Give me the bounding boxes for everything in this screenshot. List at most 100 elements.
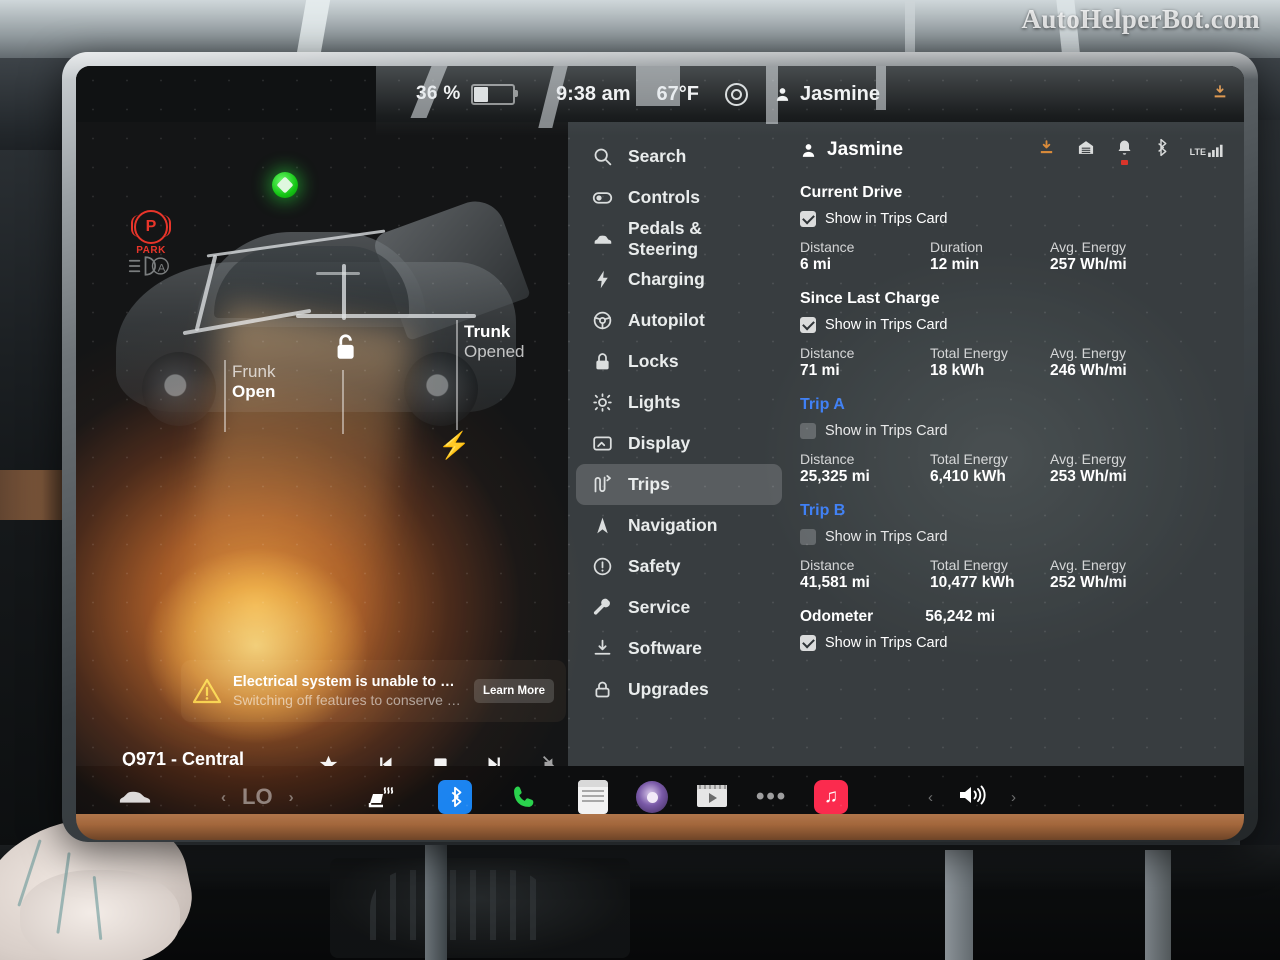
checkbox-box bbox=[800, 635, 816, 651]
camera-icon[interactable] bbox=[636, 781, 668, 813]
next-button[interactable] bbox=[485, 754, 506, 766]
garage-icon[interactable] bbox=[1077, 139, 1095, 161]
stat-column: Total Energy 6,410 kWh bbox=[930, 451, 1050, 486]
media-info[interactable]: Q971 - Central FM bbox=[122, 749, 302, 767]
download-icon[interactable] bbox=[1212, 84, 1228, 105]
show-in-trips-card-checkbox[interactable]: Show in Trips Card bbox=[800, 423, 1224, 439]
seat-heater-icon[interactable] bbox=[366, 785, 394, 809]
settings-menu-item-lights[interactable]: Lights bbox=[576, 382, 782, 423]
car-floor bbox=[0, 845, 1280, 960]
settings-menu-item-controls[interactable]: Controls bbox=[576, 177, 782, 218]
learn-more-button[interactable]: Learn More bbox=[474, 679, 554, 703]
warning-text: Electrical system is unable to support .… bbox=[233, 674, 462, 708]
clock: 9:38 am bbox=[556, 82, 631, 105]
trips-section: Trip A Show in Trips Card Distance 25,325 m… bbox=[800, 396, 1224, 486]
profile-button[interactable]: Jasmine bbox=[800, 139, 903, 161]
status-icon-tray: LTE bbox=[1038, 138, 1224, 165]
stat-column: Avg. Energy 246 Wh/mi bbox=[1050, 345, 1210, 380]
frunk-status[interactable]: Frunk Open bbox=[232, 362, 275, 402]
stat-label: Distance bbox=[800, 239, 855, 255]
download-icon[interactable] bbox=[1038, 139, 1055, 161]
volume-next-button[interactable]: › bbox=[1011, 789, 1016, 806]
stop-button[interactable] bbox=[430, 754, 451, 766]
fan-icon[interactable] bbox=[724, 82, 748, 106]
photo-background: 36 % 9:38 am 67°F Jasmine bbox=[0, 0, 1280, 960]
climate-temperature-control[interactable]: ‹ LO › bbox=[221, 784, 294, 810]
screen-reflection-bar bbox=[766, 66, 778, 124]
lock-leader-line bbox=[342, 370, 344, 434]
settings-menu-item-label: Charging bbox=[628, 269, 705, 289]
trips-section-title[interactable]: Trip A bbox=[800, 396, 1224, 414]
media-player[interactable]: Q971 - Central FM bbox=[122, 737, 568, 766]
show-in-trips-card-checkbox[interactable]: Show in Trips Card bbox=[800, 211, 1224, 227]
temp-increase-button[interactable]: › bbox=[289, 789, 294, 806]
stat-column: Duration 12 min bbox=[930, 239, 1050, 274]
settings-menu-item-service[interactable]: Service bbox=[576, 587, 782, 628]
stat-value: 6,410 kWh bbox=[930, 468, 1006, 485]
settings-menu-item-label: Navigation bbox=[628, 515, 718, 535]
music-note-icon[interactable]: ♫ bbox=[814, 780, 848, 814]
stat-value: 6 mi bbox=[800, 256, 832, 273]
mute-button[interactable] bbox=[541, 754, 562, 766]
navigate-icon bbox=[592, 515, 613, 536]
previous-button[interactable] bbox=[374, 754, 395, 766]
trunk-status[interactable]: Trunk Opened bbox=[464, 322, 525, 362]
stat-value: 12 min bbox=[930, 256, 980, 273]
checkbox-label: Show in Trips Card bbox=[825, 211, 948, 227]
car-visualization-panel[interactable]: P PARK A ⚡ Frunk Open Trunk Opened Elect… bbox=[76, 122, 568, 766]
settings-menu-item-pedals-steering[interactable]: Pedals & Steering bbox=[576, 218, 782, 259]
bluetooth-icon[interactable] bbox=[438, 780, 472, 814]
trips-section-title[interactable]: Trip B bbox=[800, 502, 1224, 520]
unlocked-padlock-icon[interactable] bbox=[331, 332, 357, 362]
show-in-trips-card-checkbox[interactable]: Show in Trips Card bbox=[800, 529, 1224, 545]
odometer-row: Odometer 56,242 mi bbox=[800, 608, 1224, 626]
car-mirror bbox=[316, 272, 360, 275]
temp-decrease-button[interactable]: ‹ bbox=[221, 789, 226, 806]
lte-signal-icon[interactable]: LTE bbox=[1190, 143, 1224, 157]
checkbox-box bbox=[800, 317, 816, 333]
favorite-button[interactable] bbox=[318, 754, 339, 766]
volume-icon[interactable] bbox=[957, 783, 987, 812]
settings-menu-item-trips[interactable]: Trips bbox=[576, 464, 782, 505]
show-in-trips-card-checkbox[interactable]: Show in Trips Card bbox=[800, 317, 1224, 333]
calendar-icon[interactable] bbox=[578, 780, 608, 814]
media-controls bbox=[302, 754, 568, 766]
settings-menu-item-upgrades[interactable]: Upgrades bbox=[576, 669, 782, 710]
phone-icon[interactable] bbox=[510, 783, 538, 811]
settings-menu-item-locks[interactable]: Locks bbox=[576, 341, 782, 382]
settings-menu-item-charging[interactable]: Charging bbox=[576, 259, 782, 300]
settings-menu-item-navigation[interactable]: Navigation bbox=[576, 505, 782, 546]
settings-menu-item-display[interactable]: Display bbox=[576, 423, 782, 464]
warning-banner[interactable]: Electrical system is unable to support .… bbox=[181, 660, 566, 722]
person-sleeve bbox=[20, 870, 180, 960]
checkbox-box bbox=[800, 529, 816, 545]
volume-control[interactable]: ‹ › bbox=[928, 783, 1016, 812]
stat-column: Avg. Energy 257 Wh/mi bbox=[1050, 239, 1210, 274]
settings-menu-item-label: Locks bbox=[628, 351, 679, 371]
tesla-touchscreen-unit: 36 % 9:38 am 67°F Jasmine bbox=[62, 52, 1258, 842]
car-icon[interactable] bbox=[118, 788, 152, 806]
touchscreen-display[interactable]: 36 % 9:38 am 67°F Jasmine bbox=[76, 66, 1244, 828]
trunk-state: Opened bbox=[464, 342, 525, 361]
trips-section-stats: Distance 41,581 mi Total Energy 10,477 kWh A… bbox=[800, 557, 1224, 592]
settings-menu-item-label: Display bbox=[628, 433, 691, 453]
odometer-show-in-trips-card-checkbox[interactable]: Show in Trips Card bbox=[800, 635, 1224, 651]
bluetooth-icon[interactable] bbox=[1154, 138, 1168, 162]
settings-menu-item-software[interactable]: Software bbox=[576, 628, 782, 669]
bell-icon[interactable] bbox=[1117, 139, 1132, 165]
stat-column: Total Energy 18 kWh bbox=[930, 345, 1050, 380]
battery-icon bbox=[470, 83, 518, 105]
settings-menu-item-search[interactable]: Search bbox=[576, 136, 782, 177]
volume-prev-button[interactable]: ‹ bbox=[928, 789, 933, 806]
theater-icon[interactable] bbox=[696, 782, 728, 812]
settings-menu-item-label: Trips bbox=[628, 474, 670, 494]
stat-value: 18 kWh bbox=[930, 362, 985, 379]
settings-menu-item-autopilot[interactable]: Autopilot bbox=[576, 300, 782, 341]
profile-button[interactable]: Jasmine bbox=[774, 83, 880, 106]
frunk-state: Open bbox=[232, 382, 276, 401]
more-dots-icon[interactable]: ••• bbox=[756, 783, 787, 811]
settings-menu-item-safety[interactable]: Safety bbox=[576, 546, 782, 587]
stat-value: 10,477 kWh bbox=[930, 574, 1015, 591]
settings-menu-item-label: Pedals & Steering bbox=[628, 217, 702, 259]
stat-label: Distance bbox=[800, 345, 855, 361]
